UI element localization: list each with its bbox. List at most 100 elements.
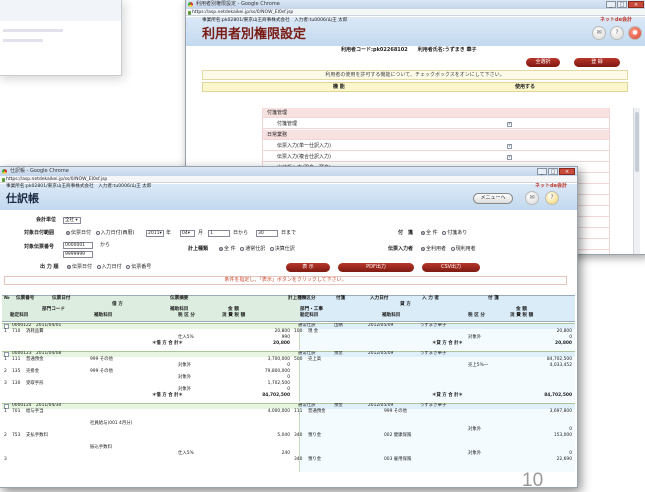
period-radio-slipdate[interactable]	[66, 230, 70, 235]
debit-code: 710	[12, 329, 21, 334]
slip-from-suffix: から	[100, 242, 111, 248]
order-radio-inputdate[interactable]	[96, 264, 101, 269]
order-radio-slipdate[interactable]	[67, 264, 71, 269]
journal-entry[interactable]: 0000124 2011/04/30 通常仕訳 預金 2012/05/09 うずまき華子 1…	[2, 403, 575, 472]
order-options[interactable]: 伝票日付 入力日付 伝票番号	[64, 264, 151, 271]
pdf-button[interactable]: PDF出力	[338, 263, 414, 272]
menu-button[interactable]: メニューへ	[473, 193, 513, 204]
debit-total: 84,702,500	[262, 393, 290, 398]
period-options[interactable]: 伝票日付 入力日付(西暦)	[63, 230, 135, 237]
inputter-radio-all[interactable]	[421, 246, 425, 251]
permission-checkbox[interactable]: ✓	[507, 143, 512, 149]
maximize-button[interactable]: □	[548, 168, 558, 175]
inputter-radio-current[interactable]	[450, 246, 455, 251]
sticky-radio-all[interactable]	[421, 230, 425, 235]
minimize-button[interactable]: _	[537, 168, 547, 175]
debit-code: 130	[12, 381, 21, 386]
debit-side	[2, 409, 300, 472]
credit-code: 500	[294, 357, 303, 362]
close-icon[interactable]: ●	[628, 26, 642, 40]
sticky-options[interactable]: 全 件 付箋あり	[418, 230, 467, 237]
scrollbar[interactable]	[633, 108, 640, 254]
credit-total: 20,800	[555, 341, 572, 346]
entry-checkbox[interactable]	[4, 351, 9, 357]
slip-to-input[interactable]: 9999999	[63, 251, 93, 258]
title-bar: 仕訳帳 - Google Chrome _ □ ×	[0, 167, 577, 176]
slip-label: 対象伝票番号	[24, 244, 55, 250]
close-window-button[interactable]: ×	[559, 168, 575, 175]
credit-account: 現 金	[308, 329, 319, 334]
order-radio-slipno[interactable]	[126, 264, 131, 269]
select-all-button[interactable]: 全選択	[526, 58, 560, 67]
page-header: 事業所名:pk02801/東京山王商事株式会社 入力者:tu0006/山王 太郎…	[0, 183, 577, 210]
credit-total-label: ＊貸 方 合 計＊	[432, 341, 463, 346]
credit-tax-kind: 対象外	[468, 451, 482, 456]
mail-icon[interactable]: ✉	[525, 191, 539, 205]
permission-checkbox[interactable]: ✓	[507, 154, 512, 160]
journal-entry[interactable]: 0000122 2011/04/01 通常仕訳 出納 2012/05/09 うずまき華子 1…	[2, 323, 575, 350]
input-date: 2012/05/09	[368, 323, 394, 328]
csv-button[interactable]: CSV出力	[422, 263, 480, 272]
inputter-name: うずまき華子	[420, 403, 447, 408]
journal-header: № 伝票番号 伝票日付 伝票摘要 計上種類区分 付箋 入力日付 入 力 者 付 …	[2, 295, 575, 322]
credit-tax-amount: 4,033,452	[549, 363, 572, 368]
debit-account: 消耗品費	[26, 329, 44, 334]
url-bar[interactable]: https://asp.netdekaikei.jp/ss/0/NOW_EI0s…	[0, 176, 577, 183]
debit-account: 普通預金	[26, 357, 44, 362]
unit-select[interactable]: 全社 ▾	[63, 217, 81, 224]
window-title: 仕訳帳 - Google Chrome	[10, 168, 69, 174]
company-line: 事業所名:pk02801/東京山王商事株式会社 入力者:tu0006/山王 太郎	[6, 184, 152, 189]
entry-checkbox[interactable]	[4, 403, 9, 409]
kind-radio-normal[interactable]	[240, 246, 245, 251]
month-select[interactable]: 04▾	[180, 230, 195, 237]
head-kind: 計上種類区分	[288, 296, 316, 301]
show-button[interactable]: 表 示	[286, 263, 330, 272]
day-from-input[interactable]: 1	[208, 230, 230, 237]
mail-icon[interactable]: ✉	[592, 26, 606, 40]
debit-code: 753	[12, 433, 21, 438]
head-slipdate: 伝票日付	[52, 296, 71, 301]
head-sticky: 付箋	[336, 296, 346, 301]
kind-radio-all[interactable]	[219, 246, 223, 251]
debit-code: 135	[12, 369, 21, 374]
credit-subaccount: 999 その他	[384, 409, 407, 414]
year-select[interactable]: 2011▾	[146, 230, 164, 237]
debit-amount: 5,040	[277, 433, 290, 438]
journal-entry[interactable]: 0000123 2011/04/08 通常仕訳 預金 2012/05/09 うずまき華子 1…	[2, 351, 575, 402]
head-dept: 部門コード	[42, 307, 65, 312]
debit-total-label: ＊借 方 合 計＊	[152, 393, 183, 398]
register-button[interactable]: 登 録	[574, 58, 620, 67]
line-number: 1	[4, 357, 7, 362]
kind-radio-closing[interactable]	[269, 246, 274, 251]
head-debit: 借 方	[112, 302, 123, 307]
day-to-input[interactable]: 30	[256, 230, 278, 237]
head-sub-2: 補助科目	[94, 313, 113, 318]
entry-flag: 預金	[334, 403, 343, 408]
maximize-button[interactable]: □	[617, 1, 627, 8]
scrollbar-thumb[interactable]	[635, 112, 639, 172]
head-summary: 伝票摘要	[170, 296, 189, 301]
permission-checkbox[interactable]: ✓	[507, 121, 512, 127]
input-date: 2012/05/09	[368, 351, 394, 356]
slip-from-input[interactable]: 0000001	[63, 242, 93, 249]
close-window-button[interactable]: ×	[628, 1, 644, 8]
help-icon[interactable]: ?	[610, 26, 624, 40]
kind-options[interactable]: 全 件 通常仕訳 決算仕訳	[216, 246, 295, 253]
user-line: 利用者コード:pk02268102 利用者氏名:うずまき 華子	[341, 47, 477, 53]
entry-checkbox[interactable]	[4, 323, 9, 329]
credit-amount: 153,000	[553, 433, 572, 438]
head-taxamt-r: 消 費 税 額	[510, 313, 534, 318]
url-bar[interactable]: https://asp.netdekaikei.jp/ss/0/NOW_EI0s…	[186, 9, 645, 16]
credit-total-label: ＊貸 方 合 計＊	[432, 393, 463, 398]
inputter-options[interactable]: 全利用者 現利用者	[418, 246, 476, 253]
period-radio-inputdate[interactable]	[95, 230, 100, 235]
minimize-button[interactable]: _	[606, 1, 616, 8]
permission-label: 付箋管理	[267, 110, 288, 116]
debit-subaccount: 999 その他	[90, 357, 113, 362]
help-icon[interactable]: ?	[545, 191, 559, 205]
permission-row: 伝票入力(単一仕訳入力) ✓	[263, 141, 609, 151]
permission-label: 付箋管理	[277, 121, 298, 127]
sticky-radio-with[interactable]	[442, 230, 447, 235]
year-suffix: 年	[166, 230, 172, 236]
page-number: 10	[522, 470, 544, 491]
